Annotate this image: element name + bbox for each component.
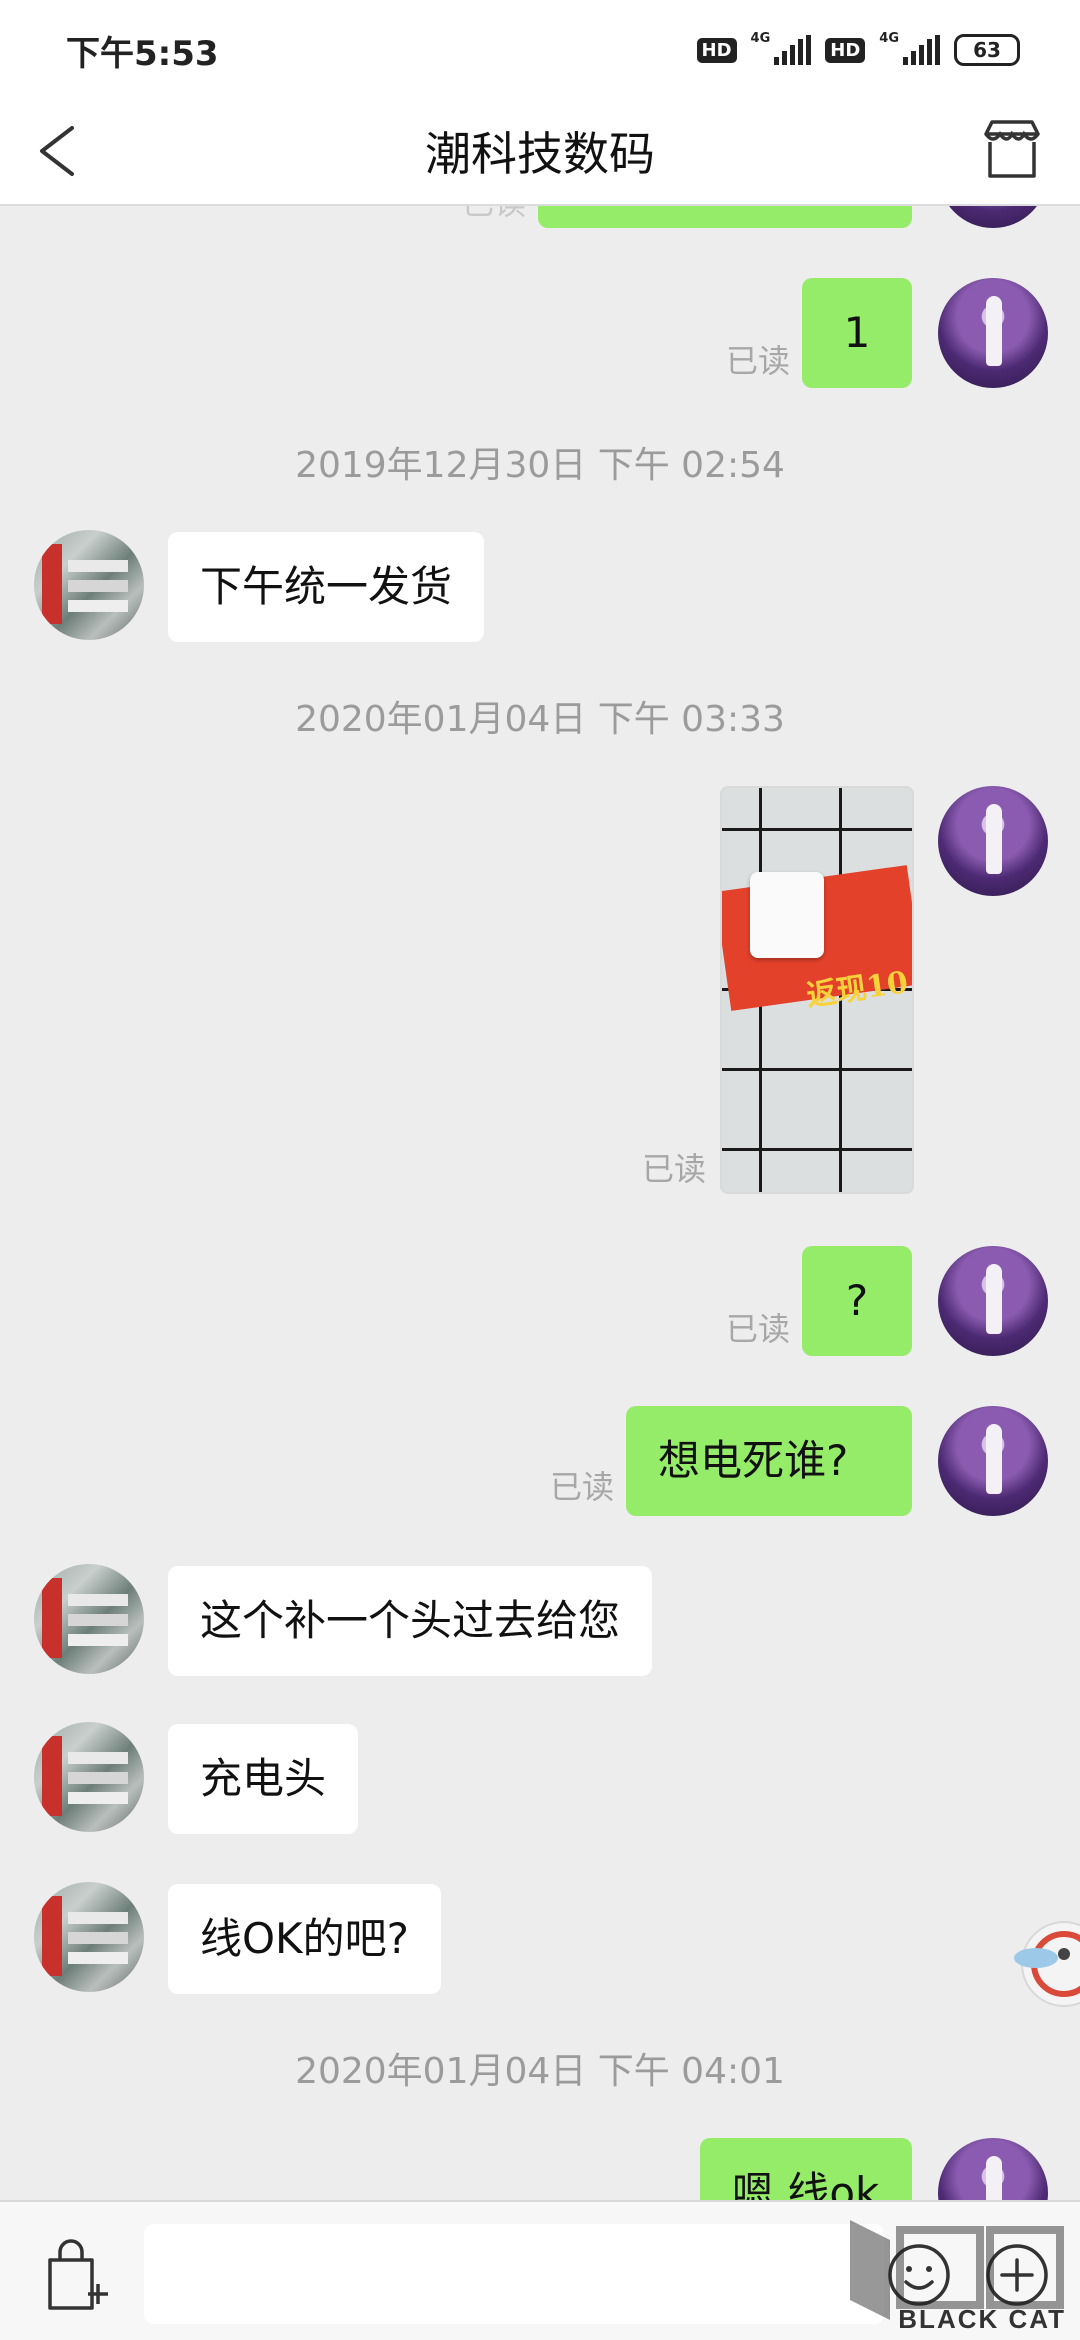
avatar[interactable] [34, 1722, 144, 1832]
network-type-label: 4G [750, 30, 771, 46]
shopping-bag-add-icon [48, 2239, 108, 2310]
store-button[interactable] [976, 114, 1048, 186]
chat-screen: 下午5:53 HD 4G HD 4G 63 潮科技数码 已读 已读 1 [0, 0, 1080, 2340]
avatar[interactable] [938, 1406, 1048, 1516]
message-bubble-incoming[interactable]: 下午统一发货 [168, 532, 485, 642]
cart-button[interactable] [42, 2238, 112, 2314]
timestamp: 2019年12月30日 下午 02:54 [295, 445, 785, 486]
timestamp: 2020年01月04日 下午 04:01 [295, 2051, 785, 2092]
hd-icon: HD [696, 37, 737, 63]
message-bubble-incoming[interactable]: 充电头 [168, 1724, 359, 1834]
message-input[interactable] [144, 2224, 884, 2324]
message-bubble-outgoing[interactable]: 1 [802, 278, 912, 388]
floating-mascot-button[interactable] [1010, 1898, 1080, 2028]
message-bubble-incoming[interactable]: 线OK的吧? [168, 1884, 441, 1994]
signal-icon [774, 35, 812, 65]
status-time: 下午5:53 [66, 34, 219, 74]
avatar[interactable] [34, 530, 144, 640]
read-receipt: 已读 [550, 1468, 615, 1506]
network-type-label: 4G [879, 30, 899, 46]
avatar[interactable] [938, 278, 1048, 388]
read-receipt: 已读 [726, 342, 791, 380]
hd-icon: HD [825, 37, 866, 63]
signal-icon [903, 35, 940, 65]
avatar[interactable] [938, 786, 1048, 896]
store-icon [984, 120, 1040, 178]
status-bar: 下午5:53 HD 4G HD 4G 63 [0, 0, 1080, 96]
message-bubble-outgoing[interactable]: ? [802, 1246, 912, 1356]
avatar[interactable] [938, 1246, 1048, 1356]
read-receipt: 已读 [726, 1310, 791, 1348]
charger-plug [750, 872, 824, 958]
status-icons: HD 4G HD 4G 63 [696, 28, 1020, 72]
page-title: 潮科技数码 [425, 127, 655, 181]
mascot-icon [1014, 1921, 1080, 2007]
watermark-text: BLACK CAT [898, 2304, 1066, 2334]
message-bubble-incoming[interactable]: 这个补一个头过去给您 [168, 1566, 653, 1676]
battery-icon: 63 [954, 34, 1020, 66]
image-message[interactable]: 返现10 [720, 786, 914, 1194]
message-row-clipped: 已读 嗯 线ok [0, 2100, 1080, 2200]
message-bubble-outgoing[interactable]: 嗯 线ok [700, 2138, 912, 2200]
avatar[interactable] [938, 2138, 1048, 2200]
message-bubble-outgoing[interactable]: 想电死谁? [626, 1406, 912, 1516]
avatar[interactable] [34, 1882, 144, 1992]
read-receipt: 已读 [642, 1150, 707, 1188]
timestamp: 2020年01月04日 下午 03:33 [295, 699, 785, 740]
avatar[interactable] [34, 1564, 144, 1674]
chat-header: 潮科技数码 [0, 96, 1080, 206]
